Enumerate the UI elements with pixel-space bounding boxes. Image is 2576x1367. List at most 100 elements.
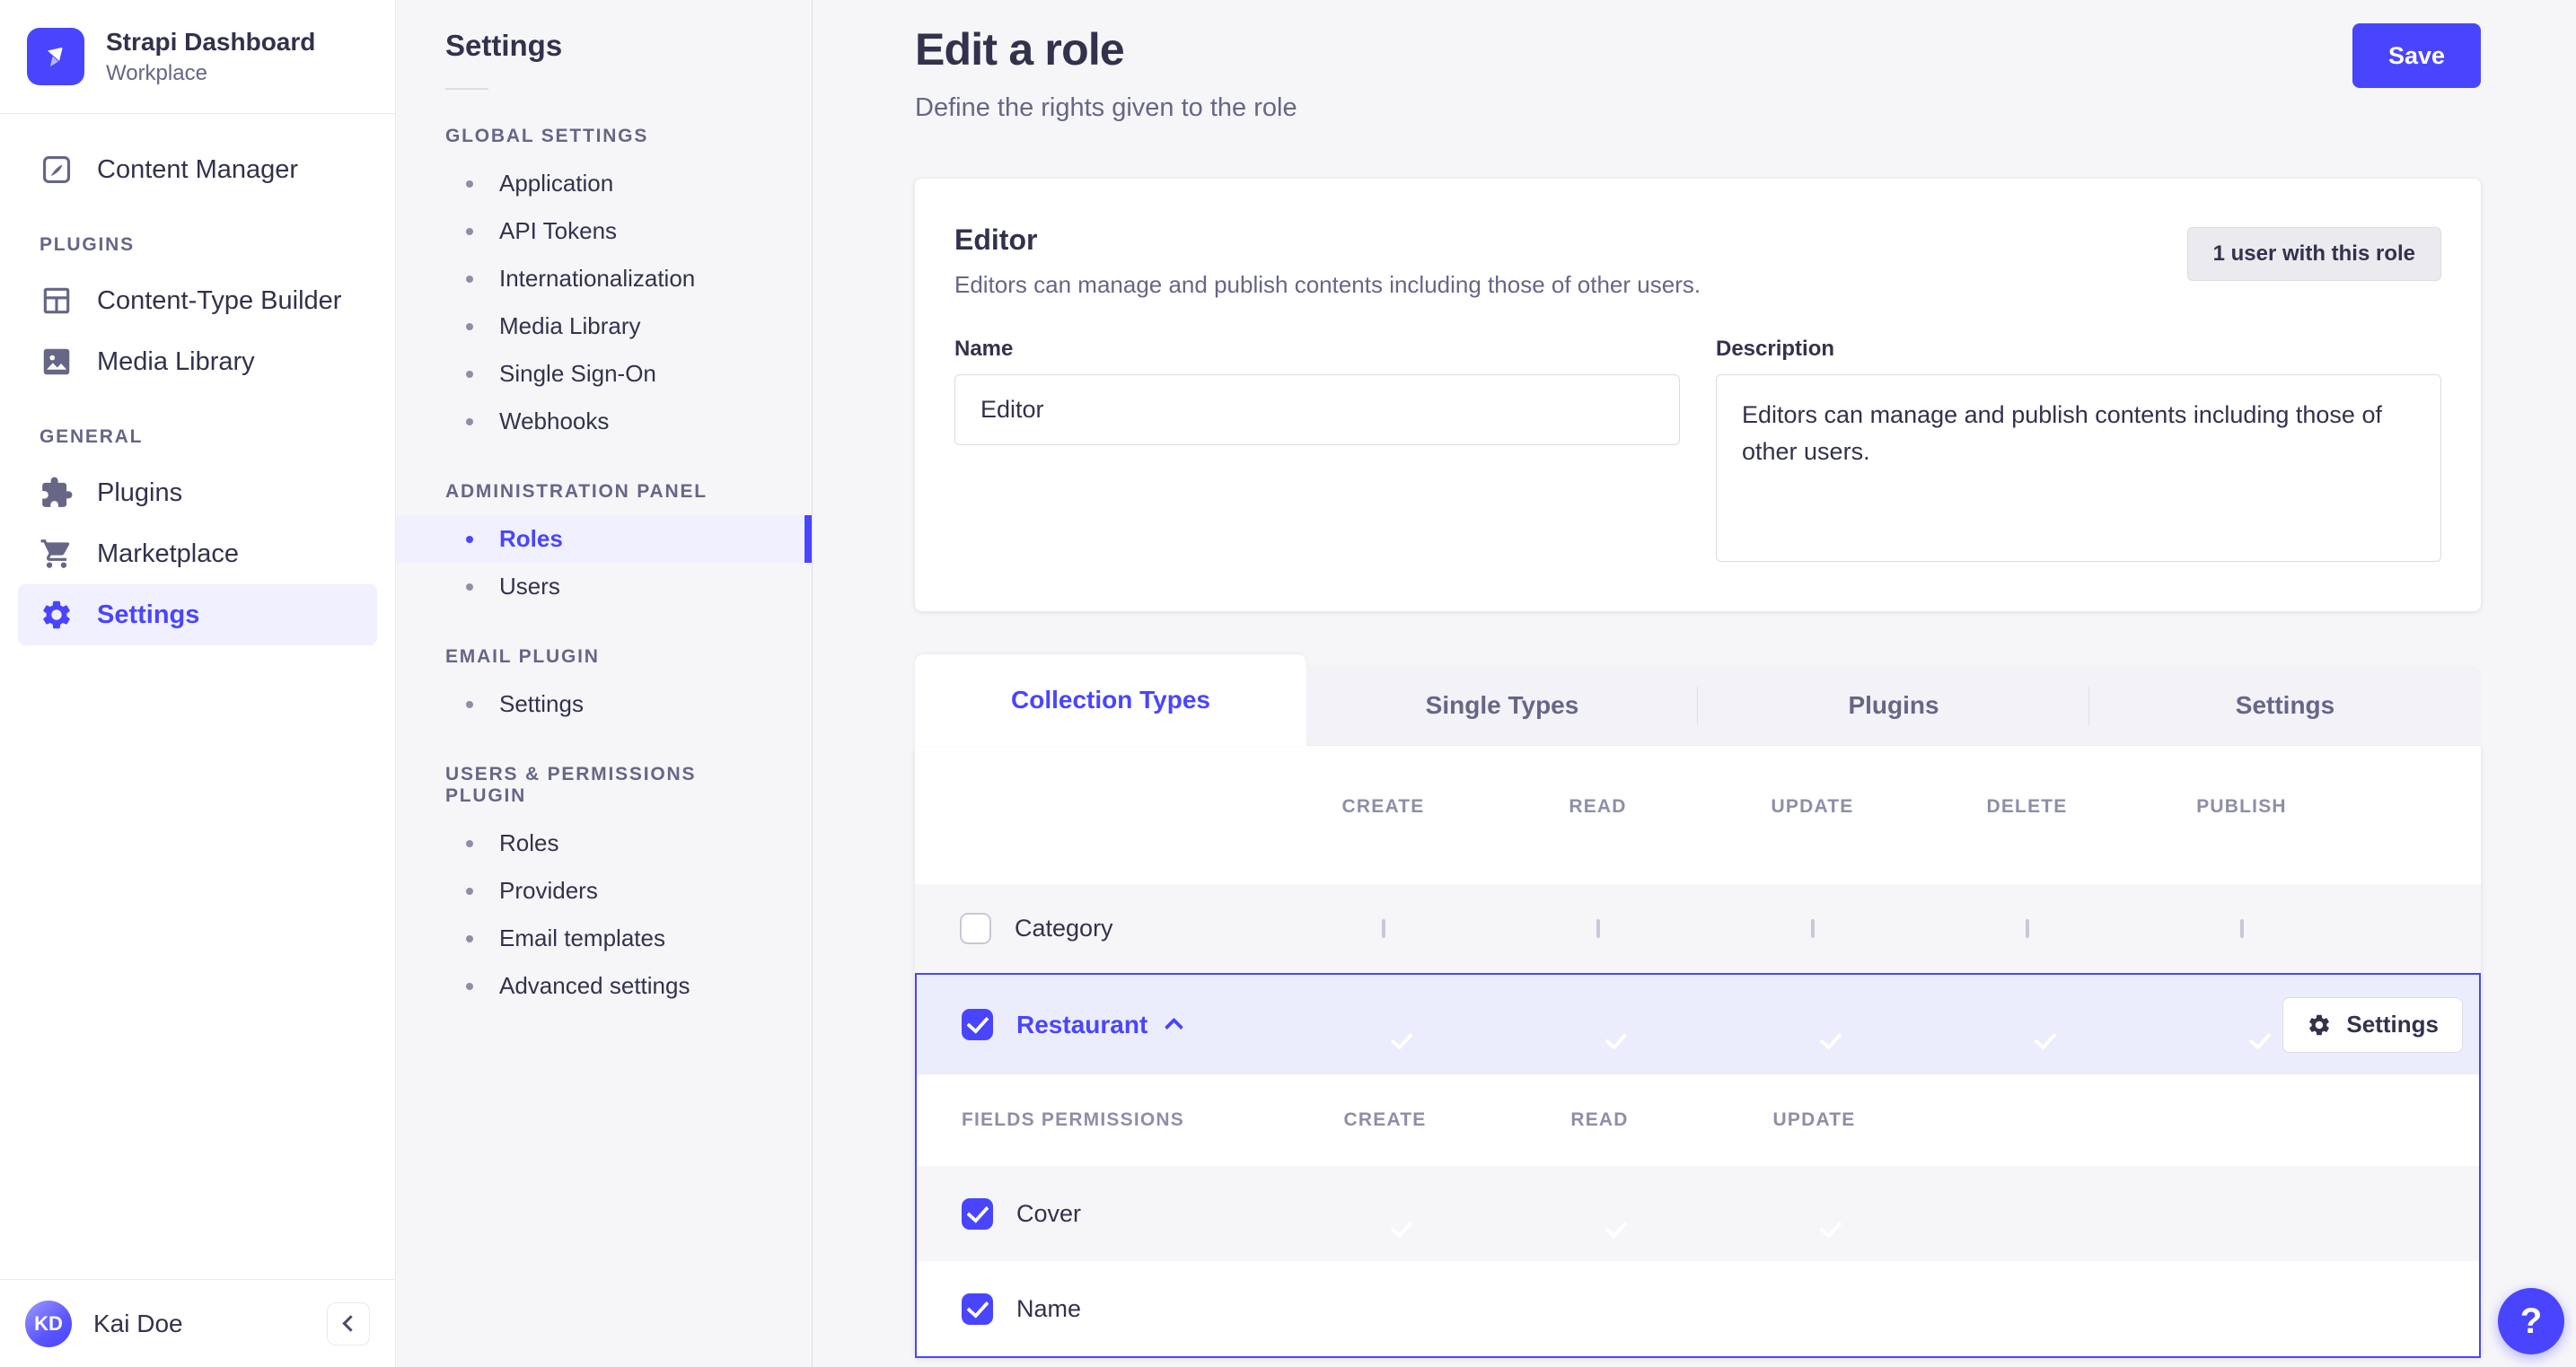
description-field[interactable]: Editors can manage and publish contents …: [1716, 374, 2441, 562]
sidebar-section-plugins: PLUGINS: [40, 234, 135, 255]
user-row: KD Kai Doe: [0, 1279, 395, 1367]
subnav-item-single-sign-on[interactable]: Single Sign-On: [396, 350, 812, 398]
subnav-item-label: Webhooks: [499, 407, 610, 434]
divider: [445, 88, 488, 90]
sidebar-item-settings[interactable]: Settings: [18, 584, 377, 645]
category-read-checkbox[interactable]: [1596, 918, 1600, 938]
users-with-role-badge[interactable]: 1 user with this role: [2186, 227, 2441, 281]
restaurant-collapse-toggle[interactable]: Restaurant: [1016, 1010, 1184, 1039]
bullet-icon: [466, 535, 473, 543]
row-label: Restaurant: [1016, 1010, 1148, 1038]
row-checkbox-cover[interactable]: [962, 1197, 993, 1230]
bullet-icon: [466, 583, 473, 591]
subnav-item-advanced-settings[interactable]: Advanced settings: [396, 962, 812, 1010]
column-header-update: UPDATE: [1771, 796, 1854, 817]
puzzle-icon: [40, 476, 74, 510]
role-details-card: Editor Editors can manage and publish co…: [915, 179, 2481, 611]
name-field-label: Name: [954, 337, 1014, 361]
workspace-brand[interactable]: Strapi Dashboard Workplace: [0, 0, 395, 114]
sidebar-item-plugins[interactable]: Plugins: [18, 462, 377, 523]
tab-label: Plugins: [1848, 691, 1939, 719]
subnav-item-email-settings[interactable]: Settings: [396, 680, 812, 728]
subnav-item-email-templates[interactable]: Email templates: [396, 915, 812, 962]
help-button[interactable]: ?: [2498, 1288, 2564, 1354]
fields-column-create: CREATE: [1343, 1109, 1427, 1130]
subnav-item-label: Roles: [499, 829, 559, 856]
subnav-item-up-roles[interactable]: Roles: [396, 819, 812, 867]
role-description-text: Editors can manage and publish contents …: [954, 271, 1701, 298]
sidebar-item-label: Media Library: [97, 346, 255, 376]
row-settings-button[interactable]: Settings: [2282, 996, 2463, 1053]
gear-icon: [2307, 1012, 2332, 1038]
collapse-sidebar-button[interactable]: [327, 1301, 370, 1345]
subnav-item-application[interactable]: Application: [396, 160, 812, 207]
sidebar-item-label: Settings: [97, 600, 200, 629]
gear-icon: [40, 598, 74, 632]
bullet-icon: [466, 370, 473, 378]
settings-subnav: Settings GLOBAL SETTINGS Application API…: [396, 0, 813, 1367]
bullet-icon: [466, 982, 473, 990]
subnav-item-label: Advanced settings: [499, 972, 690, 999]
permissions-section: Collection Types Single Types Plugins Se…: [915, 654, 2481, 1358]
tab-settings[interactable]: Settings: [2089, 666, 2481, 746]
subnav-section-global-settings: GLOBAL SETTINGS: [445, 126, 649, 146]
bullet-icon: [466, 275, 473, 283]
row-settings-label: Settings: [2346, 1011, 2439, 1038]
avatar: KD: [25, 1300, 72, 1347]
table-row-category: Category: [915, 884, 2481, 973]
subnav-item-label: Settings: [499, 690, 584, 717]
subnav-section-users-permissions-plugin: USERS & PERMISSIONS PLUGIN: [445, 764, 697, 806]
question-mark-icon: ?: [2519, 1301, 2543, 1341]
sidebar-section-general: GENERAL: [40, 426, 144, 447]
subnav-title: Settings: [445, 29, 563, 62]
subnav-item-label: API Tokens: [499, 217, 618, 244]
category-delete-checkbox[interactable]: [2025, 918, 2029, 938]
main-nav: Content Manager PLUGINS Content-Type Bui…: [0, 114, 395, 670]
category-publish-checkbox[interactable]: [2239, 918, 2244, 938]
page-header: Edit a role Define the rights given to t…: [915, 23, 2481, 123]
fields-column-read: READ: [1570, 1109, 1629, 1130]
chevron-up-icon: [1165, 1017, 1184, 1037]
bullet-icon: [466, 227, 473, 235]
subnav-item-providers[interactable]: Providers: [396, 867, 812, 915]
table-row-cover: Cover: [917, 1166, 2479, 1261]
row-checkbox-restaurant[interactable]: [962, 1009, 993, 1040]
bullet-icon: [466, 180, 473, 188]
bullet-icon: [466, 934, 473, 942]
sidebar-item-content-manager[interactable]: Content Manager: [18, 139, 377, 200]
row-label: Name: [1016, 1294, 1082, 1322]
column-header-delete: DELETE: [1986, 796, 2068, 817]
sidebar-item-label: Marketplace: [97, 539, 239, 568]
sidebar-item-marketplace[interactable]: Marketplace: [18, 523, 377, 584]
bullet-icon: [466, 700, 473, 708]
column-header-read: READ: [1569, 796, 1627, 817]
tab-plugins[interactable]: Plugins: [1698, 666, 2089, 746]
column-header-create: CREATE: [1341, 796, 1425, 817]
subnav-item-users[interactable]: Users: [396, 563, 812, 610]
subnav-item-media-library[interactable]: Media Library: [396, 302, 812, 350]
sidebar-item-media-library[interactable]: Media Library: [18, 331, 377, 392]
subnav-item-internationalization[interactable]: Internationalization: [396, 255, 812, 302]
fields-column-update: UPDATE: [1772, 1109, 1856, 1130]
name-field[interactable]: [954, 374, 1680, 445]
page-subtitle: Define the rights given to the role: [915, 93, 1297, 122]
save-button[interactable]: Save: [2352, 23, 2481, 88]
description-field-label: Description: [1716, 337, 1835, 361]
layout-grid-icon: [40, 284, 74, 318]
category-create-checkbox[interactable]: [1381, 918, 1385, 938]
tab-single-types[interactable]: Single Types: [1306, 666, 1698, 746]
subnav-item-roles[interactable]: Roles: [396, 515, 812, 563]
row-checkbox-name[interactable]: [962, 1293, 993, 1325]
sidebar-item-content-type-builder[interactable]: Content-Type Builder: [18, 270, 377, 331]
subnav-item-api-tokens[interactable]: API Tokens: [396, 207, 812, 255]
sidebar-item-label: Content-Type Builder: [97, 285, 342, 315]
tab-collection-types[interactable]: Collection Types: [915, 654, 1306, 746]
row-label: Category: [1015, 915, 1113, 942]
subnav-item-webhooks[interactable]: Webhooks: [396, 398, 812, 445]
main-sidebar: Strapi Dashboard Workplace Content Manag…: [0, 0, 396, 1367]
subnav-section-administration-panel: ADMINISTRATION PANEL: [445, 481, 708, 502]
active-indicator: [804, 515, 812, 563]
category-update-checkbox[interactable]: [1810, 918, 1815, 938]
subnav-item-label: Internationalization: [499, 265, 696, 292]
row-checkbox-category[interactable]: [960, 913, 991, 944]
